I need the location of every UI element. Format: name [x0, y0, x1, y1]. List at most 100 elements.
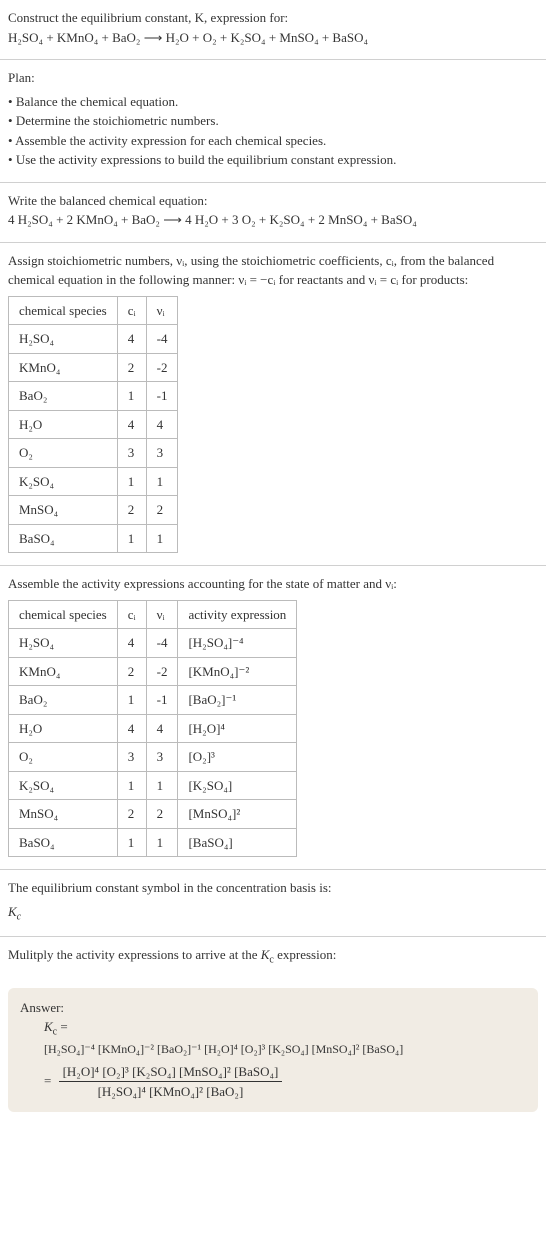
table-row: H₂SO₄4-4: [9, 325, 178, 354]
cell-v: 2: [146, 496, 178, 525]
activity-table: chemical species cᵢ νᵢ activity expressi…: [8, 600, 297, 858]
cell-v: 1: [146, 771, 178, 800]
cell-c: 1: [117, 467, 146, 496]
plan-list: Balance the chemical equation. Determine…: [8, 92, 538, 170]
cell-c: 2: [117, 800, 146, 829]
cell-v: -1: [146, 686, 178, 715]
cell-v: 3: [146, 439, 178, 468]
col-header: cᵢ: [117, 600, 146, 629]
kc-fraction: [H₂O]⁴ [O₂]³ [K₂SO₄] [MnSO₄]² [BaSO₄] [H…: [59, 1062, 283, 1102]
eqconst-line: The equilibrium constant symbol in the c…: [8, 878, 538, 898]
cell-species: MnSO₄: [9, 800, 118, 829]
cell-c: 4: [117, 410, 146, 439]
col-header: chemical species: [9, 296, 118, 325]
fraction-denominator: [H₂SO₄]⁴ [KMnO₄]² [BaO₂]: [59, 1082, 283, 1102]
cell-species: K₂SO₄: [9, 771, 118, 800]
table-header-row: chemical species cᵢ νᵢ: [9, 296, 178, 325]
cell-v: -4: [146, 325, 178, 354]
cell-c: 2: [117, 496, 146, 525]
cell-species: H₂SO₄: [9, 629, 118, 658]
balanced-equation: 4 H₂SO₄ + 2 KMnO₄ + BaO₂ ⟶ 4 H₂O + 3 O₂ …: [8, 210, 538, 230]
plan-item: Use the activity expressions to build th…: [8, 150, 538, 170]
intro-section: Construct the equilibrium constant, K, e…: [0, 0, 546, 60]
col-header: activity expression: [178, 600, 297, 629]
table-row: H₂O44: [9, 410, 178, 439]
cell-species: O₂: [9, 743, 118, 772]
cell-activity: [H₂O]⁴: [178, 714, 297, 743]
cell-c: 4: [117, 714, 146, 743]
answer-box: Answer: Kc = [H₂SO₄]⁻⁴ [KMnO₄]⁻² [BaO₂]⁻…: [8, 988, 538, 1112]
cell-v: -4: [146, 629, 178, 658]
cell-activity: [H₂SO₄]⁻⁴: [178, 629, 297, 658]
cell-c: 4: [117, 629, 146, 658]
table-row: K₂SO₄11: [9, 467, 178, 496]
multiply-section: Mulitply the activity expressions to arr…: [0, 937, 546, 980]
table-row: BaO₂1-1[BaO₂]⁻¹: [9, 686, 297, 715]
plan-header: Plan:: [8, 68, 538, 88]
cell-c: 4: [117, 325, 146, 354]
col-header: νᵢ: [146, 296, 178, 325]
activity-section: Assemble the activity expressions accoun…: [0, 566, 546, 870]
col-header: cᵢ: [117, 296, 146, 325]
plan-item: Assemble the activity expression for eac…: [8, 131, 538, 151]
cell-v: 2: [146, 800, 178, 829]
table-row: KMnO₄2-2: [9, 353, 178, 382]
assign-table: chemical species cᵢ νᵢ H₂SO₄4-4 KMnO₄2-2…: [8, 296, 178, 554]
assign-section: Assign stoichiometric numbers, νᵢ, using…: [0, 243, 546, 567]
assign-text: Assign stoichiometric numbers, νᵢ, using…: [8, 251, 538, 290]
cell-species: MnSO₄: [9, 496, 118, 525]
multiply-text: Mulitply the activity expressions to arr…: [8, 947, 336, 962]
table-row: H₂SO₄4-4[H₂SO₄]⁻⁴: [9, 629, 297, 658]
table-row: MnSO₄22: [9, 496, 178, 525]
cell-activity: [K₂SO₄]: [178, 771, 297, 800]
table-row: BaO₂1-1: [9, 382, 178, 411]
cell-v: 4: [146, 410, 178, 439]
cell-species: H₂SO₄: [9, 325, 118, 354]
cell-v: -1: [146, 382, 178, 411]
table-header-row: chemical species cᵢ νᵢ activity expressi…: [9, 600, 297, 629]
cell-species: KMnO₄: [9, 353, 118, 382]
plan-item: Determine the stoichiometric numbers.: [8, 111, 538, 131]
cell-v: -2: [146, 657, 178, 686]
cell-v: 1: [146, 828, 178, 857]
cell-c: 2: [117, 657, 146, 686]
cell-activity: [BaO₂]⁻¹: [178, 686, 297, 715]
cell-v: 3: [146, 743, 178, 772]
cell-species: BaSO₄: [9, 828, 118, 857]
table-row: H₂O44[H₂O]⁴: [9, 714, 297, 743]
kc-product-line: [H₂SO₄]⁻⁴ [KMnO₄]⁻² [BaO₂]⁻¹ [H₂O]⁴ [O₂]…: [44, 1040, 526, 1058]
kc-equals: Kc =: [44, 1017, 526, 1040]
cell-activity: [MnSO₄]²: [178, 800, 297, 829]
balanced-section: Write the balanced chemical equation: 4 …: [0, 183, 546, 243]
plan-section: Plan: Balance the chemical equation. Det…: [0, 60, 546, 183]
table-row: MnSO₄22[MnSO₄]²: [9, 800, 297, 829]
eqconst-symbol: Kc: [8, 902, 538, 925]
cell-c: 3: [117, 439, 146, 468]
intro-line: Construct the equilibrium constant, K, e…: [8, 8, 538, 28]
cell-v: 1: [146, 467, 178, 496]
intro-equation: H₂SO₄ + KMnO₄ + BaO₂ ⟶ H₂O + O₂ + K₂SO₄ …: [8, 28, 538, 48]
table-row: K₂SO₄11[K₂SO₄]: [9, 771, 297, 800]
cell-activity: [BaSO₄]: [178, 828, 297, 857]
cell-c: 1: [117, 771, 146, 800]
equals-sign: =: [44, 1073, 51, 1088]
cell-v: 4: [146, 714, 178, 743]
table-row: BaSO₄11: [9, 524, 178, 553]
table-row: O₂33[O₂]³: [9, 743, 297, 772]
table-row: O₂33: [9, 439, 178, 468]
col-header: νᵢ: [146, 600, 178, 629]
col-header: chemical species: [9, 600, 118, 629]
answer-content: Kc = [H₂SO₄]⁻⁴ [KMnO₄]⁻² [BaO₂]⁻¹ [H₂O]⁴…: [44, 1017, 526, 1102]
plan-item: Balance the chemical equation.: [8, 92, 538, 112]
balanced-header: Write the balanced chemical equation:: [8, 191, 538, 211]
cell-species: O₂: [9, 439, 118, 468]
cell-c: 1: [117, 686, 146, 715]
table-row: KMnO₄2-2[KMnO₄]⁻²: [9, 657, 297, 686]
cell-species: H₂O: [9, 410, 118, 439]
kc-fraction-line: = [H₂O]⁴ [O₂]³ [K₂SO₄] [MnSO₄]² [BaSO₄] …: [44, 1062, 526, 1102]
cell-c: 1: [117, 828, 146, 857]
activity-text: Assemble the activity expressions accoun…: [8, 574, 538, 594]
cell-v: 1: [146, 524, 178, 553]
cell-c: 1: [117, 382, 146, 411]
cell-c: 1: [117, 524, 146, 553]
